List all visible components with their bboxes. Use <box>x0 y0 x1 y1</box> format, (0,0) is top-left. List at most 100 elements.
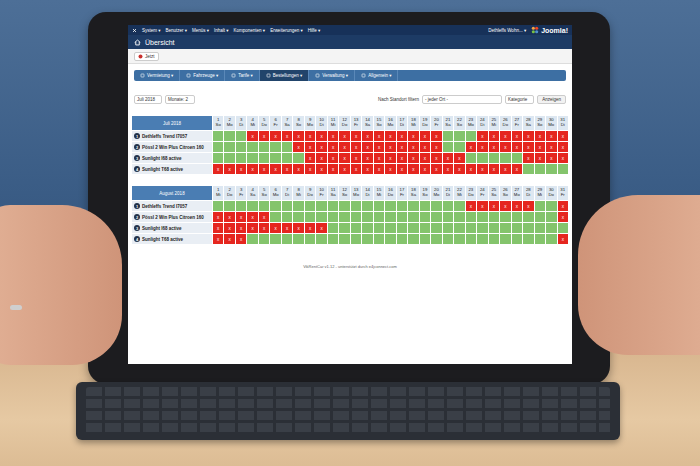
day-cell[interactable] <box>316 212 326 222</box>
day-cell[interactable]: x <box>477 164 487 174</box>
vehicle-label[interactable]: 2Pössl 2 Win Plus Citroen 160 <box>132 142 212 152</box>
day-cell[interactable] <box>247 153 257 163</box>
day-cell[interactable] <box>477 223 487 233</box>
day-cell[interactable] <box>558 223 568 233</box>
day-cell[interactable]: x <box>420 142 430 152</box>
day-cell[interactable] <box>454 201 464 211</box>
day-cell[interactable]: x <box>351 142 361 152</box>
menu-item[interactable]: System ▾ <box>142 28 161 33</box>
day-cell[interactable] <box>454 142 464 152</box>
day-cell[interactable]: x <box>489 164 499 174</box>
day-cell[interactable]: x <box>305 164 315 174</box>
day-cell[interactable] <box>328 201 338 211</box>
day-cell[interactable] <box>558 164 568 174</box>
day-cell[interactable]: x <box>339 131 349 141</box>
day-cell[interactable]: x <box>316 153 326 163</box>
day-cell[interactable] <box>454 234 464 244</box>
day-cell[interactable]: x <box>293 164 303 174</box>
day-cell[interactable]: x <box>259 212 269 222</box>
day-cell[interactable]: x <box>282 223 292 233</box>
day-cell[interactable]: x <box>236 212 246 222</box>
day-cell[interactable] <box>236 142 246 152</box>
day-cell[interactable]: x <box>558 131 568 141</box>
day-cell[interactable] <box>443 131 453 141</box>
day-cell[interactable]: x <box>362 153 372 163</box>
day-cell[interactable] <box>270 212 280 222</box>
day-cell[interactable]: x <box>477 201 487 211</box>
day-cell[interactable] <box>305 212 315 222</box>
day-cell[interactable] <box>385 201 395 211</box>
day-cell[interactable] <box>236 131 246 141</box>
day-cell[interactable] <box>293 153 303 163</box>
day-cell[interactable]: x <box>397 164 407 174</box>
day-cell[interactable] <box>454 212 464 222</box>
user-menu[interactable]: Dethleffs Wohn... ▾ <box>488 28 526 33</box>
day-cell[interactable]: x <box>385 164 395 174</box>
day-cell[interactable]: x <box>316 164 326 174</box>
day-cell[interactable] <box>408 234 418 244</box>
day-cell[interactable] <box>385 212 395 222</box>
toolbar-button[interactable]: Jetzt <box>134 52 159 61</box>
day-cell[interactable] <box>328 212 338 222</box>
day-cell[interactable]: x <box>489 131 499 141</box>
day-cell[interactable]: x <box>420 131 430 141</box>
day-cell[interactable]: x <box>339 164 349 174</box>
day-cell[interactable] <box>408 223 418 233</box>
day-cell[interactable] <box>316 234 326 244</box>
location-select[interactable]: - jeder Ort - <box>422 95 502 104</box>
day-cell[interactable]: x <box>247 164 257 174</box>
day-cell[interactable]: x <box>270 164 280 174</box>
day-cell[interactable]: x <box>328 131 338 141</box>
day-cell[interactable] <box>408 201 418 211</box>
day-cell[interactable] <box>236 153 246 163</box>
day-cell[interactable] <box>431 234 441 244</box>
vehicle-label[interactable]: 2Pössl 2 Win Plus Citroen 160 <box>132 212 212 222</box>
day-cell[interactable]: x <box>247 212 257 222</box>
day-cell[interactable] <box>247 201 257 211</box>
day-cell[interactable] <box>259 234 269 244</box>
day-cell[interactable] <box>466 212 476 222</box>
day-cell[interactable] <box>293 212 303 222</box>
day-cell[interactable]: x <box>316 131 326 141</box>
day-cell[interactable] <box>213 131 223 141</box>
day-cell[interactable] <box>431 201 441 211</box>
day-cell[interactable] <box>224 131 234 141</box>
day-cell[interactable] <box>305 201 315 211</box>
day-cell[interactable] <box>374 223 384 233</box>
day-cell[interactable] <box>489 153 499 163</box>
day-cell[interactable] <box>512 223 522 233</box>
day-cell[interactable] <box>443 212 453 222</box>
day-cell[interactable] <box>477 212 487 222</box>
day-cell[interactable] <box>339 201 349 211</box>
day-cell[interactable]: x <box>385 142 395 152</box>
menu-item[interactable]: Menüs ▾ <box>192 28 209 33</box>
day-cell[interactable] <box>512 234 522 244</box>
day-cell[interactable] <box>259 142 269 152</box>
day-cell[interactable] <box>282 142 292 152</box>
vehicle-label[interactable]: 3Sunlight I68 active <box>132 153 212 163</box>
day-cell[interactable] <box>362 234 372 244</box>
day-cell[interactable]: x <box>351 153 361 163</box>
day-cell[interactable] <box>431 212 441 222</box>
month-select[interactable]: Juli 2018 <box>134 95 162 104</box>
day-cell[interactable] <box>443 201 453 211</box>
day-cell[interactable]: x <box>293 142 303 152</box>
day-cell[interactable] <box>351 201 361 211</box>
day-cell[interactable]: x <box>500 201 510 211</box>
day-cell[interactable]: x <box>374 164 384 174</box>
day-cell[interactable] <box>535 201 545 211</box>
day-cell[interactable]: x <box>466 164 476 174</box>
day-cell[interactable] <box>546 164 556 174</box>
day-cell[interactable] <box>535 234 545 244</box>
day-cell[interactable]: x <box>270 131 280 141</box>
day-cell[interactable] <box>500 223 510 233</box>
day-cell[interactable]: x <box>362 131 372 141</box>
day-cell[interactable]: x <box>408 142 418 152</box>
day-cell[interactable] <box>270 234 280 244</box>
day-cell[interactable] <box>270 142 280 152</box>
day-cell[interactable]: x <box>408 153 418 163</box>
day-cell[interactable] <box>282 201 292 211</box>
day-cell[interactable]: x <box>213 212 223 222</box>
day-cell[interactable]: x <box>397 153 407 163</box>
day-cell[interactable]: x <box>431 164 441 174</box>
